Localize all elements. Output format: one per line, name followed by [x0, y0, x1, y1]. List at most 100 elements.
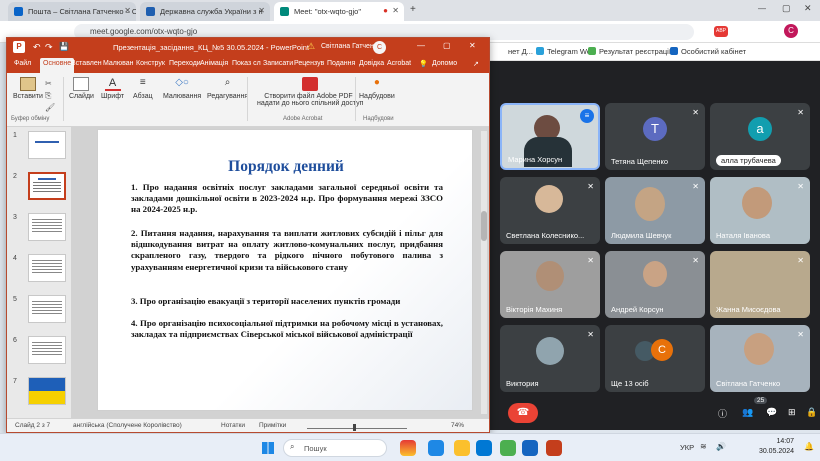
taskbar-search[interactable]: Пошук: [283, 439, 387, 457]
zoom-slider[interactable]: [307, 423, 407, 431]
tab-design[interactable]: Конструк: [136, 60, 165, 67]
copy-icon[interactable]: ⎘: [45, 91, 51, 101]
tab-help[interactable]: Довідка: [359, 60, 384, 67]
extension-icon[interactable]: ABP: [714, 26, 728, 37]
lock-icon[interactable]: 🔒: [806, 407, 817, 418]
wifi-icon[interactable]: ≋: [700, 442, 707, 451]
browser-tab-meet[interactable]: Meet: "otx-wqto-gjo" ● ✕: [274, 2, 404, 21]
format-painter-icon[interactable]: 🖌: [45, 103, 55, 112]
close-window-button[interactable]: ✕: [469, 41, 476, 50]
share-icon[interactable]: ↗: [473, 60, 479, 68]
participant-tile[interactable]: ✕ Виктория: [500, 325, 600, 392]
slide-thumbnail[interactable]: [28, 336, 66, 364]
bookmark-results[interactable]: Результат реєстрації: [588, 47, 671, 56]
tab-animations[interactable]: Анімація: [200, 60, 228, 67]
close-icon[interactable]: ✕: [258, 6, 265, 15]
paragraph-button[interactable]: ≡ Абзац: [133, 77, 153, 100]
redo-icon[interactable]: ↷: [45, 42, 53, 53]
windows-start-icon[interactable]: [262, 442, 274, 454]
more-participants-tile[interactable]: С Ще 13 осіб: [605, 325, 705, 392]
tell-me-search[interactable]: Допомо: [432, 60, 457, 67]
participant-tile[interactable]: ✕ Світлана Гатченко: [710, 325, 810, 392]
cut-icon[interactable]: ✂: [45, 79, 52, 88]
paste-button[interactable]: Вставити: [13, 77, 43, 100]
addins-button[interactable]: ● Надбудови: [359, 77, 395, 100]
bookmark-truncated[interactable]: нет Д...: [508, 47, 533, 56]
slide-thumbnail[interactable]: [28, 295, 66, 323]
tab-insert[interactable]: Вставлен: [71, 60, 102, 67]
close-window-button[interactable]: ✕: [804, 3, 812, 14]
agenda-item[interactable]: 3. Про організацію евакуації з території…: [131, 296, 443, 307]
chat-icon[interactable]: 💬: [766, 407, 777, 418]
agenda-item[interactable]: 1. Про надання освітніх послуг закладами…: [131, 182, 443, 216]
notification-icon[interactable]: 🔔: [804, 442, 814, 451]
edge-icon[interactable]: [428, 440, 444, 456]
people-icon[interactable]: 👥: [742, 407, 753, 418]
explorer-icon[interactable]: [454, 440, 470, 456]
maximize-button[interactable]: ▢: [443, 41, 451, 50]
maximize-button[interactable]: ▢: [782, 3, 791, 14]
participant-tile[interactable]: ✕ Наталя Іванова: [710, 177, 810, 244]
slides-button[interactable]: Слайди: [69, 77, 94, 100]
font-button[interactable]: A Шрифт: [101, 77, 124, 100]
minimize-button[interactable]: —: [417, 41, 425, 50]
tab-acrobat[interactable]: Acrobat: [387, 60, 411, 67]
participant-tile[interactable]: ✕ Людмила Шевчук: [605, 177, 705, 244]
profile-avatar[interactable]: С: [784, 24, 798, 38]
language-indicator[interactable]: УКР: [680, 443, 694, 452]
leave-call-button[interactable]: ☎: [508, 403, 538, 423]
agenda-item[interactable]: 2. Питання надання, нарахування та випла…: [131, 228, 443, 273]
activities-icon[interactable]: ⊞: [788, 407, 796, 418]
bookmark-telegram[interactable]: Telegram Web: [536, 47, 595, 56]
tab-file[interactable]: Файл: [14, 60, 31, 67]
new-tab-button[interactable]: +: [410, 4, 416, 15]
tab-view[interactable]: Подання: [327, 60, 355, 67]
volume-icon[interactable]: 🔊: [716, 442, 726, 451]
tab-home[interactable]: Основне: [40, 58, 75, 73]
undo-icon[interactable]: ↶: [33, 42, 41, 53]
participant-tile[interactable]: ≡ Марина Хорсун: [500, 103, 600, 170]
slide-thumbnail[interactable]: [28, 131, 66, 159]
powerpoint-icon[interactable]: [546, 440, 562, 456]
slide-thumbnail[interactable]: [28, 254, 66, 282]
participant-tile[interactable]: ✕ Андрей Корсун: [605, 251, 705, 318]
participant-tile[interactable]: ✕ Вікторія Махиня: [500, 251, 600, 318]
vertical-scrollbar[interactable]: [481, 131, 487, 414]
info-icon[interactable]: ⓘ: [718, 407, 727, 420]
tab-slideshow[interactable]: Показ сл: [232, 60, 261, 67]
slide-thumbnail[interactable]: [28, 213, 66, 241]
word-icon[interactable]: [522, 440, 538, 456]
slide[interactable]: Порядок денний 1. Про надання освітніх п…: [97, 129, 473, 411]
chrome-icon[interactable]: [500, 440, 516, 456]
tab-review[interactable]: Рецензув: [294, 60, 324, 67]
zoom-level[interactable]: 74%: [451, 422, 464, 429]
bookmark-cabinet[interactable]: Особистий кабінет: [670, 47, 746, 56]
tab-record[interactable]: Записати: [263, 60, 293, 67]
language-status[interactable]: англійська (Сполучене Королівство): [73, 422, 182, 429]
tab-transitions[interactable]: Переходи: [169, 60, 201, 67]
participant-tile[interactable]: Т ✕ Тетяна Щепенко: [605, 103, 705, 170]
clock-time[interactable]: 14:07: [756, 438, 794, 445]
close-icon[interactable]: ✕: [392, 6, 399, 15]
tab-draw[interactable]: Малюван: [103, 60, 134, 67]
slide-thumbnail[interactable]: [28, 172, 66, 200]
opera-icon[interactable]: [400, 440, 416, 456]
agenda-item[interactable]: 4. Про організацію психосоціальної підтр…: [131, 318, 443, 340]
comments-button[interactable]: Примітки: [259, 422, 286, 429]
slide-title[interactable]: Порядок денний: [98, 158, 474, 176]
close-icon[interactable]: ✕: [124, 6, 131, 15]
participant-tile[interactable]: ✕ Жанна Мисоєдова: [710, 251, 810, 318]
participant-tile[interactable]: ✕ Светлана Колеснико...: [500, 177, 600, 244]
browser-tab-mail[interactable]: Пошта – Світлана Гатченко – Ou ✕: [8, 2, 136, 21]
outlook-icon[interactable]: [476, 440, 492, 456]
create-pdf-button[interactable]: Створити файл Adobe PDF і надати до нього…: [257, 77, 363, 107]
save-icon[interactable]: 💾: [59, 42, 69, 51]
avatar[interactable]: С: [373, 41, 386, 54]
editing-button[interactable]: ⌕ Редагування: [207, 77, 248, 100]
participant-tile[interactable]: а ✕ алла трубачева: [710, 103, 810, 170]
browser-tab-gov[interactable]: Державна служба України з н ✕: [140, 2, 270, 21]
drawing-button[interactable]: ◇○ Малювання: [163, 77, 201, 100]
slide-thumbnail[interactable]: [28, 377, 66, 405]
clock-date[interactable]: 30.05.2024: [744, 448, 794, 455]
notes-button[interactable]: Нотатки: [221, 422, 245, 429]
